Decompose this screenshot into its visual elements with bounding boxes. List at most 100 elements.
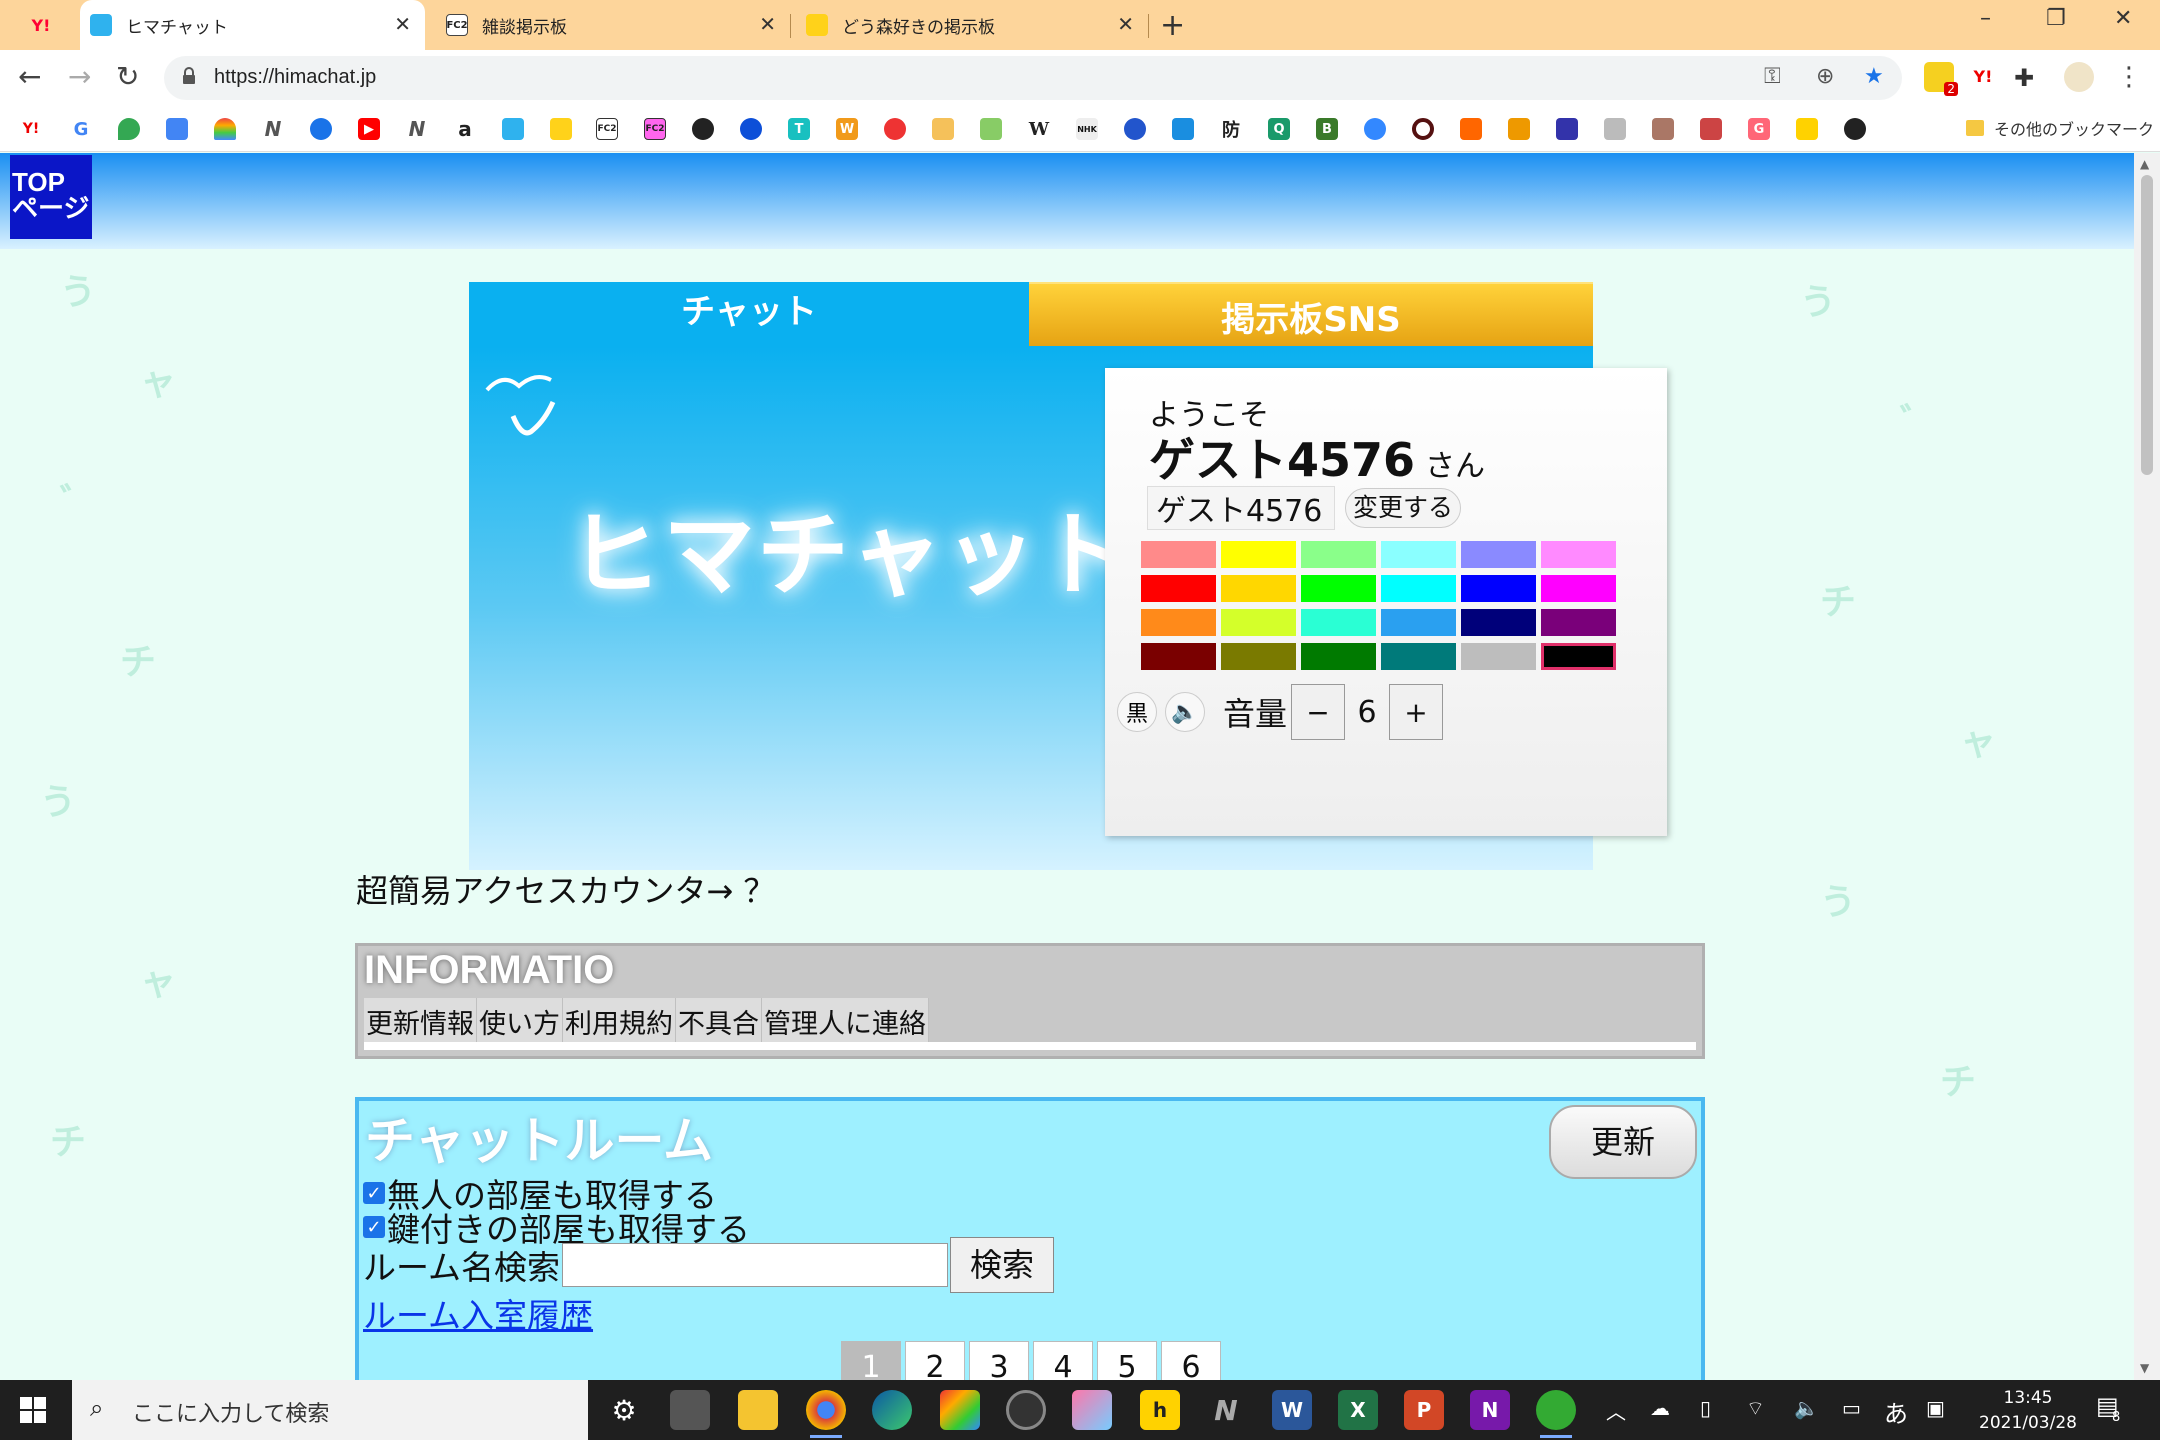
edge-icon[interactable] <box>872 1390 912 1430</box>
info-link-contact[interactable]: 管理人に連絡 <box>762 998 929 1045</box>
bookmark-weathernews-icon[interactable] <box>740 118 762 140</box>
excel-icon[interactable]: X <box>1338 1390 1378 1430</box>
powerpoint-icon[interactable]: P <box>1404 1390 1444 1430</box>
color-swatch[interactable] <box>1381 609 1456 636</box>
color-swatch[interactable] <box>1141 643 1216 670</box>
bookmark-doc-icon[interactable] <box>1172 118 1194 140</box>
color-mode-button[interactable]: 黒 <box>1117 692 1157 732</box>
color-swatch[interactable] <box>1461 541 1536 568</box>
bookmark-cat-icon[interactable] <box>1508 118 1530 140</box>
color-swatch[interactable] <box>1221 575 1296 602</box>
word-icon[interactable]: W <box>1272 1390 1312 1430</box>
bookmark-amazon-icon[interactable]: a <box>454 117 476 141</box>
color-swatch[interactable] <box>1301 541 1376 568</box>
color-swatch[interactable] <box>1381 541 1456 568</box>
room-history-link[interactable]: ルーム入室履歴 <box>363 1289 593 1337</box>
info-link-updates[interactable]: 更新情報 <box>364 998 477 1045</box>
page-button-3[interactable]: 3 <box>969 1341 1029 1380</box>
info-link-bugs[interactable]: 不具合 <box>676 998 762 1045</box>
color-swatch[interactable] <box>1221 643 1296 670</box>
bookmark-google-icon[interactable]: G <box>70 118 92 140</box>
color-swatch[interactable] <box>1301 575 1376 602</box>
bookmark-fox-icon[interactable] <box>932 118 954 140</box>
file-explorer-icon[interactable] <box>738 1390 778 1430</box>
color-swatch[interactable] <box>1541 575 1616 602</box>
chrome-icon[interactable] <box>806 1390 846 1438</box>
bookmark-mario-icon[interactable] <box>1556 118 1578 140</box>
bookmark-brown-icon[interactable] <box>1652 118 1674 140</box>
bookmark-account-icon[interactable] <box>310 118 332 140</box>
color-swatch[interactable] <box>1541 541 1616 568</box>
checkbox-checked-icon[interactable]: ✓ <box>363 1182 385 1204</box>
bookmark-himachat-icon[interactable] <box>502 118 524 140</box>
speaker-icon[interactable]: 🔈 <box>1165 692 1205 732</box>
taskbar-search[interactable]: ⌕ ここに入力して検索 <box>72 1380 588 1440</box>
puzzle-icon[interactable]: ✚ <box>2014 64 2044 94</box>
page-button-4[interactable]: 4 <box>1033 1341 1093 1380</box>
bookmark-youtube-icon[interactable]: ▶ <box>358 118 380 140</box>
close-tab-icon[interactable]: ✕ <box>394 12 411 36</box>
ime-pad-icon[interactable]: ▣ <box>1926 1396 1945 1420</box>
bookmark-grey-icon[interactable] <box>1604 118 1626 140</box>
minimize-icon[interactable]: – <box>1980 6 1991 31</box>
color-swatch[interactable] <box>1461 609 1536 636</box>
bookmark-nhk-icon[interactable]: NHK <box>1076 118 1098 140</box>
color-swatch[interactable] <box>1221 609 1296 636</box>
bookmark-game-icon[interactable] <box>980 118 1002 140</box>
bookmark-face-icon[interactable] <box>1700 118 1722 140</box>
color-swatch[interactable] <box>1301 643 1376 670</box>
bookmark-translate-icon[interactable] <box>166 118 188 140</box>
color-swatch[interactable] <box>1541 609 1616 636</box>
bookmark-ring-icon[interactable] <box>1364 118 1386 140</box>
color-swatch[interactable] <box>1461 643 1536 670</box>
volume-up-button[interactable]: + <box>1389 684 1444 740</box>
tab-chat[interactable]: チャット <box>469 282 1029 346</box>
bookmark-hatena-icon[interactable] <box>1796 118 1818 140</box>
onedrive-icon[interactable]: ☁ <box>1650 1396 1670 1420</box>
bookmark-circle-icon[interactable] <box>1412 118 1434 140</box>
bookmark-weather-icon[interactable] <box>214 118 236 140</box>
color-swatch[interactable] <box>1541 643 1616 670</box>
media-player-icon[interactable] <box>1006 1390 1046 1430</box>
tab-yahoo[interactable]: Y! <box>0 0 80 50</box>
volume-down-button[interactable]: − <box>1291 684 1346 740</box>
tray-expand-icon[interactable]: ︿ <box>1606 1396 1626 1425</box>
tab-zatsudan[interactable]: FC2 雑談掲示板 ✕ <box>430 0 790 50</box>
reload-icon[interactable]: ↻ <box>116 60 139 93</box>
scroll-up-icon[interactable]: ▲ <box>2140 157 2149 171</box>
scroll-down-icon[interactable]: ▼ <box>2140 1361 2149 1375</box>
battery-icon[interactable]: ▭ <box>1842 1396 1861 1420</box>
menu-icon[interactable]: ⋮ <box>2116 62 2146 92</box>
page-button-5[interactable]: 5 <box>1097 1341 1157 1380</box>
restore-icon[interactable]: ❐ <box>2046 6 2066 31</box>
close-window-icon[interactable]: ✕ <box>2114 6 2132 31</box>
bookmark-red-icon[interactable] <box>884 118 906 140</box>
bookmark-yahoo-icon[interactable]: Y! <box>20 118 42 140</box>
page-scrollbar[interactable]: ▲ ▼ <box>2134 153 2160 1380</box>
other-bookmarks[interactable]: その他のブックマーク <box>1966 116 2154 140</box>
yahoo-extension-icon[interactable]: Y! <box>1968 62 1998 92</box>
close-tab-icon[interactable]: ✕ <box>759 12 776 36</box>
back-icon[interactable]: ← <box>18 60 41 93</box>
info-link-howto[interactable]: 使い方 <box>477 998 563 1045</box>
zoom-icon[interactable]: ⊕ <box>1816 64 1834 89</box>
color-swatch[interactable] <box>1381 575 1456 602</box>
change-name-button[interactable]: 変更する <box>1345 488 1461 528</box>
volume-icon[interactable]: 🔈 <box>1794 1396 1819 1420</box>
extension-icon[interactable]: 2 <box>1924 62 1958 96</box>
color-swatch[interactable] <box>1221 541 1296 568</box>
checkbox-checked-icon[interactable]: ✓ <box>363 1216 385 1238</box>
tab-himachat[interactable]: ヒマチャット ✕ <box>80 0 425 50</box>
address-bar[interactable]: https://himachat.jp ⚿ ⊕ ★ <box>164 56 1902 100</box>
star-icon[interactable]: ★ <box>1864 64 1884 89</box>
pentagon-app-icon[interactable] <box>940 1390 980 1430</box>
page-button-6[interactable]: 6 <box>1161 1341 1221 1380</box>
windows-start-icon[interactable] <box>20 1397 46 1423</box>
color-swatch[interactable] <box>1141 609 1216 636</box>
onenote-icon[interactable]: N <box>1470 1390 1510 1430</box>
info-link-terms[interactable]: 利用規約 <box>563 998 676 1045</box>
bookmark-bou-icon[interactable]: 防 <box>1220 118 1242 141</box>
color-swatch[interactable] <box>1141 541 1216 568</box>
wifi-icon[interactable]: ⌔ <box>1746 1396 1765 1421</box>
color-swatch[interactable] <box>1301 609 1376 636</box>
